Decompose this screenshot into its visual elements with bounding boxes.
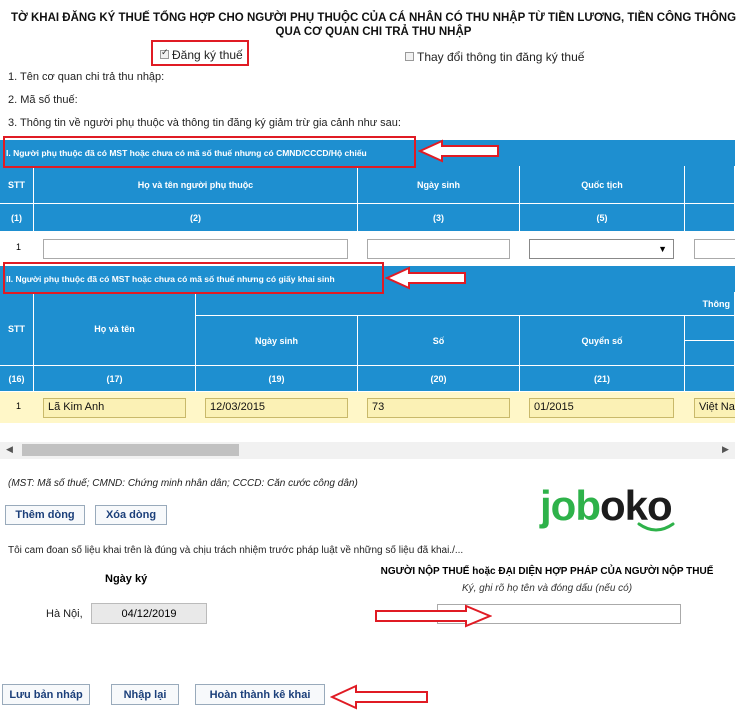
s2-code-book: (21) bbox=[520, 366, 685, 392]
declaration-text: Tôi cam đoan số liệu khai trên là đúng v… bbox=[8, 545, 464, 556]
s2-col-book: Quyển số bbox=[520, 316, 685, 366]
register-checkbox[interactable] bbox=[160, 47, 169, 60]
s1-code-name: (2) bbox=[34, 204, 358, 232]
s2-number-input[interactable]: 73 bbox=[367, 398, 510, 418]
section2-highlight bbox=[3, 262, 384, 294]
signer-title: NGƯỜI NỘP THUẾ hoặc ĐẠI DIỆN HỢP PHÁP CỦ… bbox=[380, 566, 714, 577]
dependents-info-label: 3. Thông tin về người phụ thuộc và thông… bbox=[8, 117, 401, 129]
register-label: Đăng ký thuế bbox=[172, 47, 243, 62]
s1-col-dob: Ngày sinh bbox=[358, 166, 520, 204]
s2-nationality-input[interactable]: Việt Na bbox=[694, 398, 735, 418]
form-title-line2: QUA CƠ QUAN CHI TRẢ THU NHẬP bbox=[275, 26, 472, 38]
scroll-right-icon[interactable]: ▶ bbox=[722, 444, 729, 455]
arrow-left-icon bbox=[418, 139, 499, 163]
add-row-button[interactable]: Thêm dòng bbox=[5, 505, 85, 525]
s2-name-input[interactable]: Lã Kim Anh bbox=[43, 398, 186, 418]
delete-row-button[interactable]: Xóa dòng bbox=[95, 505, 167, 525]
reset-button[interactable]: Nhập lại bbox=[111, 684, 179, 705]
s1-code-stt: (1) bbox=[0, 204, 34, 232]
change-info-checkbox[interactable] bbox=[405, 52, 414, 62]
s2-table-row: 1 Lã Kim Anh 12/03/2015 73 01/2015 Việt … bbox=[0, 392, 735, 423]
sign-date-field[interactable]: 04/12/2019 bbox=[91, 603, 207, 624]
save-draft-button[interactable]: Lưu bản nháp bbox=[2, 684, 90, 705]
section1-highlight bbox=[3, 136, 416, 168]
s1-name-input[interactable] bbox=[43, 239, 348, 259]
change-info-label: Thay đổi thông tin đăng ký thuế bbox=[417, 49, 585, 64]
s2-book-input[interactable]: 01/2015 bbox=[529, 398, 674, 418]
s1-code-nationality: (5) bbox=[520, 204, 685, 232]
finish-declaration-button[interactable]: Hoàn thành kê khai bbox=[195, 684, 325, 705]
register-option[interactable]: Đăng ký thuế bbox=[160, 46, 243, 64]
s1-row-stt: 1 bbox=[16, 242, 22, 252]
form-title-line1: TỜ KHAI ĐĂNG KÝ THUẾ TỔNG HỢP CHO NGƯỜI … bbox=[10, 12, 737, 24]
s2-col-extra-bottom bbox=[685, 341, 735, 366]
s1-extra-input[interactable] bbox=[694, 239, 735, 259]
scroll-left-icon[interactable]: ◀ bbox=[6, 444, 13, 455]
change-info-option[interactable]: Thay đổi thông tin đăng ký thuế bbox=[405, 48, 584, 66]
scrollbar-thumb[interactable] bbox=[22, 444, 239, 456]
s2-col-stt: STT bbox=[0, 292, 34, 366]
s1-col-extra bbox=[685, 166, 735, 204]
s2-group-header: Thông bbox=[196, 292, 735, 316]
logo-smile-icon bbox=[637, 522, 675, 532]
tax-code-label: 2. Mã số thuế: bbox=[8, 94, 78, 106]
s2-code-number: (20) bbox=[358, 366, 520, 392]
s2-col-number: Số bbox=[358, 316, 520, 366]
arrow-right-icon bbox=[375, 604, 492, 628]
s2-col-extra-top bbox=[685, 316, 735, 341]
s1-code-extra bbox=[685, 204, 735, 232]
logo-letter-j: j bbox=[540, 482, 552, 529]
sign-place: Hà Nội, bbox=[46, 608, 83, 620]
s1-code-dob: (3) bbox=[358, 204, 520, 232]
s2-col-dob: Ngày sinh bbox=[196, 316, 358, 366]
s2-col-name: Họ và tên bbox=[34, 292, 196, 366]
s2-code-stt: (16) bbox=[0, 366, 34, 392]
arrow-left-icon bbox=[385, 266, 466, 290]
s1-col-name: Họ và tên người phụ thuộc bbox=[34, 166, 358, 204]
payer-name-label: 1. Tên cơ quan chi trả thu nhập: bbox=[8, 71, 165, 83]
s2-code-extra bbox=[685, 366, 735, 392]
s2-code-name: (17) bbox=[34, 366, 196, 392]
s2-row-stt: 1 bbox=[16, 401, 22, 411]
arrow-left-icon bbox=[330, 684, 428, 710]
s1-dob-input[interactable] bbox=[367, 239, 510, 259]
s1-col-nationality: Quốc tịch bbox=[520, 166, 685, 204]
s1-nationality-select[interactable]: ▼ bbox=[529, 239, 674, 259]
signer-subtitle: Ký, ghi rõ họ tên và đóng dấu (nếu có) bbox=[461, 583, 633, 594]
chevron-down-icon: ▼ bbox=[658, 244, 667, 254]
s1-col-stt: STT bbox=[0, 166, 34, 204]
s1-table-row: 1 ▼ bbox=[0, 232, 735, 266]
s2-code-dob: (19) bbox=[196, 366, 358, 392]
sign-date-label: Ngày ký bbox=[105, 573, 148, 585]
logo-letter-b: b bbox=[575, 482, 601, 529]
abbreviation-note: (MST: Mã số thuế; CMND: Chứng minh nhân … bbox=[8, 478, 358, 489]
s2-dob-input[interactable]: 12/03/2015 bbox=[205, 398, 348, 418]
logo-letter-o: o bbox=[550, 482, 577, 529]
